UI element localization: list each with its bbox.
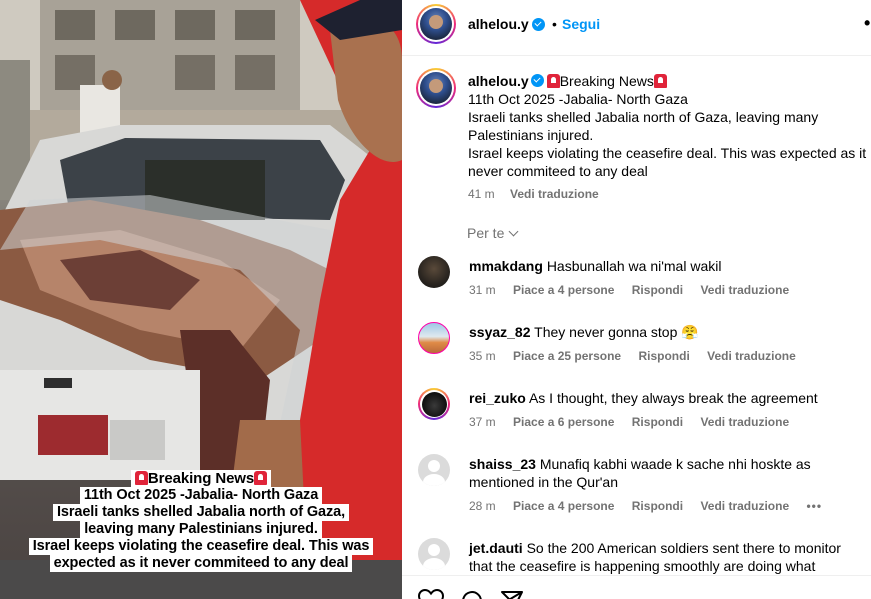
comment-likes[interactable]: Piace a 25 persone [513, 349, 621, 363]
reply-button[interactable]: Rispondi [632, 415, 683, 429]
verified-badge-icon [532, 18, 545, 31]
comment-likes[interactable]: Piace a 4 persone [513, 499, 614, 513]
comment-text: jet.dauti So the 200 American soldiers s… [469, 540, 841, 574]
comment-text: rei_zuko As I thought, they always break… [469, 390, 818, 406]
siren-icon [254, 471, 268, 485]
media-caption-line: Israeli tanks shelled Jabalia north of G… [52, 504, 350, 521]
commenter-avatar[interactable] [418, 388, 450, 420]
reply-button[interactable]: Rispondi [632, 283, 683, 297]
commenter-avatar[interactable] [418, 454, 450, 486]
translate-link[interactable]: Vedi traduzione [700, 283, 789, 297]
comment-username[interactable]: ssyaz_82 [469, 324, 531, 340]
comment-meta: 37 m Piace a 6 persone Rispondi Vedi tra… [469, 415, 803, 429]
comment-meta: 31 m Piace a 4 persone Rispondi Vedi tra… [469, 283, 803, 297]
media-caption-line: leaving many Palestinians injured. [80, 521, 322, 538]
comment-username[interactable]: jet.dauti [469, 540, 523, 556]
comment-icon[interactable] [460, 589, 484, 599]
comment-likes[interactable]: Piace a 6 persone [513, 415, 614, 429]
translate-link[interactable]: Vedi traduzione [700, 499, 789, 513]
caption-line: Israeli tanks shelled Jabalia north of G… [468, 109, 819, 143]
translate-link[interactable]: Vedi traduzione [707, 349, 796, 363]
author-avatar[interactable] [416, 4, 456, 44]
caption-headline: Breaking News [559, 73, 654, 89]
comment-meta: 35 m Piace a 25 persone Rispondi Vedi tr… [469, 349, 810, 363]
reply-button[interactable]: Rispondi [632, 499, 683, 513]
commenter-avatar[interactable] [418, 256, 450, 288]
verified-badge-icon [530, 74, 544, 87]
post-media[interactable]: Breaking News 11th Oct 2025 -Jabalia- No… [0, 0, 402, 599]
caption-line: 11th Oct 2025 -Jabalia- North Gaza [468, 91, 688, 107]
media-caption: Breaking News 11th Oct 2025 -Jabalia- No… [0, 470, 402, 572]
comment-username[interactable]: mmakdang [469, 258, 543, 274]
comment-text: ssyaz_82 They never gonna stop 😤 [469, 324, 699, 340]
comment-time: 37 m [469, 415, 496, 429]
media-caption-line: Israel keeps violating the ceasefire dea… [28, 538, 374, 555]
comment-more-icon[interactable]: ••• [806, 499, 822, 513]
siren-icon [134, 471, 148, 485]
media-caption-line: expected as it never commiteed to any de… [49, 555, 353, 572]
for-you-filter[interactable]: Per te [467, 225, 519, 241]
reply-button[interactable]: Rispondi [638, 349, 689, 363]
siren-icon [546, 74, 560, 88]
caption-translate-link[interactable]: Vedi traduzione [510, 187, 599, 201]
post-caption: alhelou.y Breaking News 11th Oct 2025 -Ja… [468, 72, 868, 203]
siren-icon [653, 74, 667, 88]
share-icon[interactable] [500, 589, 524, 599]
post-panel: alhelou.y • Segui • alhelou.y Breaking Ne… [402, 0, 871, 599]
more-options-icon[interactable]: • [864, 13, 870, 34]
comment-meta: 28 m Piace a 4 persone Rispondi Vedi tra… [469, 499, 836, 513]
comment-time: 31 m [469, 283, 496, 297]
caption-author-username[interactable]: alhelou.y [468, 73, 529, 89]
caption-time: 41 m [468, 187, 495, 201]
comment-username[interactable]: rei_zuko [469, 390, 526, 406]
commenter-avatar[interactable] [418, 538, 450, 570]
translate-link[interactable]: Vedi traduzione [700, 415, 789, 429]
separator-dot: • [552, 16, 557, 32]
comment-text: mmakdang Hasbunallah wa ni'mal wakil [469, 258, 722, 274]
comment-time: 35 m [469, 349, 496, 363]
comment-time: 28 m [469, 499, 496, 513]
comment-username[interactable]: shaiss_23 [469, 456, 536, 472]
post-header: alhelou.y • Segui • [402, 0, 871, 56]
comment-likes[interactable]: Piace a 4 persone [513, 283, 614, 297]
heart-icon[interactable] [418, 589, 444, 599]
action-bar [402, 575, 871, 599]
follow-button[interactable]: Segui [562, 16, 600, 32]
caption-line: Israel keeps violating the ceasefire dea… [468, 145, 867, 179]
media-caption-headline: Breaking News [130, 470, 272, 487]
author-username[interactable]: alhelou.y [468, 16, 529, 32]
chevron-down-icon [508, 226, 519, 237]
comment-text: shaiss_23 Munafiq kabhi waade k sache nh… [469, 456, 811, 490]
for-you-label: Per te [467, 225, 505, 241]
media-caption-line: 11th Oct 2025 -Jabalia- North Gaza [79, 487, 323, 504]
caption-author-avatar[interactable] [416, 68, 456, 108]
commenter-avatar[interactable] [418, 322, 450, 354]
caption-meta: 41 m Vedi traduzione [468, 185, 868, 203]
